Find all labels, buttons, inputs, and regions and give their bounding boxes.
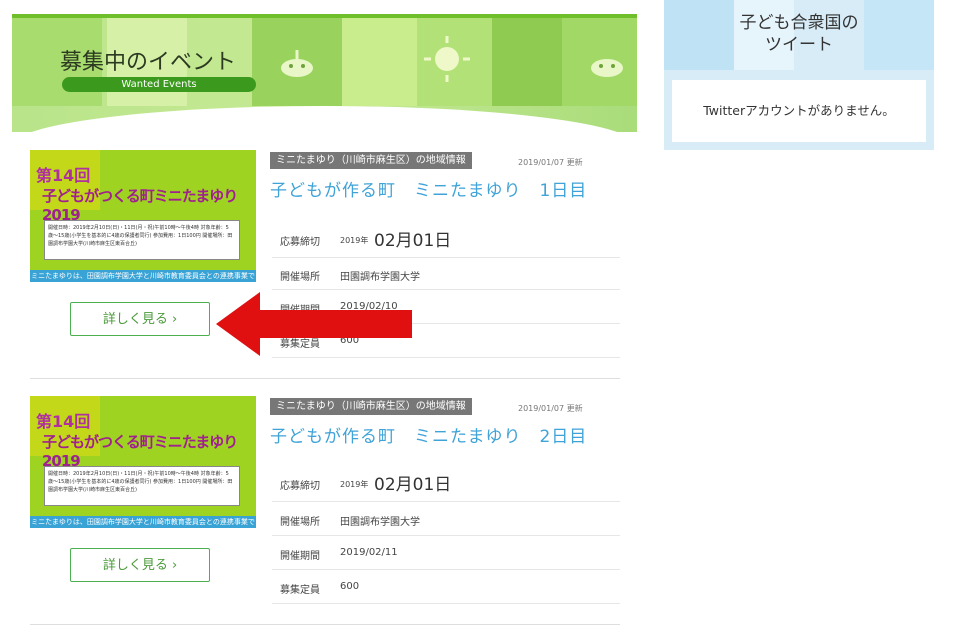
detail-value: 田園調布学園大学 (340, 272, 420, 283)
detail-row-venue: 開催場所 田園調布学園大学 (272, 258, 620, 290)
red-arrow-icon (216, 292, 412, 356)
thumb-line2: 子どもがつくる町ミニたまゆり2019 (42, 433, 238, 470)
detail-row-deadline: 応募締切 2019年 02月01日 (272, 462, 620, 502)
twitter-widget-title: 子ども合衆国の ツイート (664, 12, 934, 56)
twitter-widget-title-line1: 子ども合衆国の (739, 13, 859, 33)
event-region-tag[interactable]: ミニたまゆり（川崎市麻生区）の地域情報 (270, 152, 472, 169)
thumb-footer: ミニたまゆりは、田園調布学園大学と川崎市教育委員会との連携事業です。 (30, 516, 256, 528)
event-updated-date: 2019/01/07 更新 (518, 404, 583, 413)
detail-row-venue: 開催場所 田園調布学園大学 (272, 502, 620, 536)
event-updated-date: 2019/01/07 更新 (518, 158, 583, 167)
detail-label: 応募締切 (280, 237, 320, 248)
detail-row-deadline: 応募締切 2019年 02月01日 (272, 218, 620, 258)
event-thumbnail[interactable]: 第14回 子どもがつくる町ミニたまゆり2019 開催日時：2019年2月10日(… (30, 396, 256, 528)
details-button[interactable]: 詳しく見る › (70, 302, 210, 336)
banner-title: 募集中のイベント (60, 50, 237, 75)
twitter-empty-message: Twitterアカウントがありません。 (672, 80, 926, 142)
event-title[interactable]: 子どもが作る町 ミニたまゆり 1日目 (270, 176, 587, 201)
detail-date: 02月01日 (374, 475, 452, 495)
detail-value: 2019/02/11 (340, 547, 398, 558)
twitter-widget-title-line2: ツイート (765, 35, 833, 55)
detail-year: 2019年 (340, 480, 369, 489)
detail-label: 開催場所 (280, 517, 320, 528)
detail-label: 応募締切 (280, 481, 320, 492)
thumb-footer: ミニたまゆりは、田園調布学園大学と川崎市教育委員会との連携事業です。 (30, 270, 256, 282)
event-region-tag[interactable]: ミニたまゆり（川崎市麻生区）の地域情報 (270, 398, 472, 415)
twitter-widget: 子ども合衆国の ツイート Twitterアカウントがありません。 (664, 0, 934, 150)
thumb-line1: 第14回 (36, 412, 91, 431)
event-divider (30, 624, 620, 625)
event-divider (30, 378, 620, 379)
event-title[interactable]: 子どもが作る町 ミニたまゆり 2日目 (270, 422, 587, 447)
details-button[interactable]: 詳しく見る › (70, 548, 210, 582)
detail-year: 2019年 (340, 236, 369, 245)
detail-label: 開催期間 (280, 551, 320, 562)
thumb-info: 開催日時：2019年2月10日(日)・11日(月・祝)午前10時〜午後4時 対象… (44, 220, 240, 260)
events-banner: 募集中のイベント Wanted Events (12, 14, 637, 132)
detail-label: 募集定員 (280, 585, 320, 596)
twitter-widget-header: 子ども合衆国の ツイート (664, 0, 934, 70)
banner-subtitle: Wanted Events (62, 77, 256, 92)
detail-row-period: 開催期間 2019/02/11 (272, 536, 620, 570)
thumb-info: 開催日時：2019年2月10日(日)・11日(月・祝)午前10時〜午後4時 対象… (44, 466, 240, 506)
sun-icon (424, 36, 470, 82)
detail-value: 600 (340, 581, 360, 592)
event-thumbnail[interactable]: 第14回 子どもがつくる町ミニたまゆり2019 開催日時：2019年2月10日(… (30, 150, 256, 282)
detail-row-capacity: 募集定員 600 (272, 570, 620, 604)
detail-date: 02月01日 (374, 231, 452, 251)
detail-label: 開催場所 (280, 272, 320, 283)
robot-icon (591, 59, 623, 77)
detail-value: 田園調布学園大学 (340, 517, 420, 528)
thumb-line1: 第14回 (36, 166, 91, 185)
robot-icon (281, 50, 313, 77)
thumb-line2: 子どもがつくる町ミニたまゆり2019 (42, 187, 238, 224)
